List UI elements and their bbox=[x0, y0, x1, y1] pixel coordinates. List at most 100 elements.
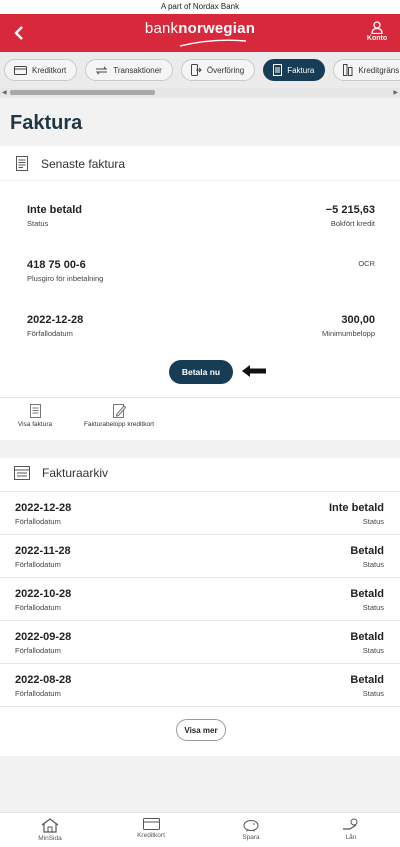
invoice-amount-button[interactable]: Fakturabelopp kreditkort bbox=[74, 404, 164, 428]
tab-label: Faktura bbox=[287, 65, 315, 75]
nav-item-minsida[interactable]: MinSida bbox=[20, 818, 80, 842]
card-icon bbox=[14, 65, 27, 75]
tab-label: Kreditgräns bbox=[358, 65, 400, 75]
plusgiro-label: Plusgiro för inbetalning bbox=[27, 274, 104, 283]
show-more-button[interactable]: Visa mer bbox=[176, 719, 226, 741]
tab-label: Överföring bbox=[206, 65, 245, 75]
parent-bank-banner: A part of Nordax Bank bbox=[0, 0, 400, 14]
status-value: Inte betald bbox=[27, 204, 83, 216]
archive-date: 2022-09-28 bbox=[15, 631, 72, 643]
archive-status-label: Status bbox=[362, 560, 384, 569]
archive-status: Betald bbox=[350, 674, 384, 686]
tab-faktura[interactable]: Faktura bbox=[263, 59, 326, 81]
card-icon bbox=[142, 818, 160, 830]
nav-label: Lån bbox=[345, 834, 357, 841]
latest-invoice-heading: Senaste faktura bbox=[41, 156, 126, 171]
banner-text: A part of Nordax Bank bbox=[160, 2, 240, 11]
archive-date-label: Förfallodatum bbox=[15, 560, 61, 569]
tab-label: Transaktioner bbox=[113, 65, 162, 75]
amount-value: −5 215,63 bbox=[325, 204, 375, 216]
archive-status: Betald bbox=[350, 588, 384, 600]
pay-now-button[interactable]: Betala nu bbox=[169, 360, 233, 384]
archive-date-label: Förfallodatum bbox=[15, 646, 61, 655]
nav-item-spara[interactable]: Spara bbox=[221, 818, 281, 841]
loan-icon bbox=[343, 818, 358, 830]
tab-kreditkort[interactable]: Kreditkort bbox=[4, 59, 78, 81]
scroll-left-icon[interactable]: ◀ bbox=[2, 89, 7, 96]
tab-overforing[interactable]: Överföring bbox=[180, 59, 256, 81]
archive-date-label: Förfallodatum bbox=[15, 517, 61, 526]
archive-row[interactable]: 2022-09-28 Förfallodatum Betald Status bbox=[0, 620, 400, 663]
bank-logo: banknorwegian bbox=[0, 20, 400, 37]
archive-row[interactable]: 2022-10-28 Förfallodatum Betald Status bbox=[0, 577, 400, 620]
archive-date: 2022-08-28 bbox=[15, 674, 72, 686]
amount-label: Bokfört kredit bbox=[330, 219, 375, 228]
divider bbox=[0, 397, 400, 398]
archive-date: 2022-10-28 bbox=[15, 588, 72, 600]
nav-label: MinSida bbox=[38, 835, 62, 842]
invoice-icon bbox=[273, 64, 283, 76]
scroll-right-icon[interactable]: ▶ bbox=[393, 89, 398, 96]
invoice-icon bbox=[16, 156, 28, 171]
nav-item-lan[interactable]: Lån bbox=[321, 818, 381, 841]
archive-row[interactable]: 2022-11-28 Förfallodatum Betald Status bbox=[0, 534, 400, 577]
transfer-icon bbox=[96, 66, 108, 74]
app-header: banknorwegian Konto bbox=[0, 14, 400, 52]
archive-status-label: Status bbox=[362, 646, 384, 655]
tab-label: Kreditkort bbox=[32, 65, 67, 75]
logo-swoosh-icon bbox=[179, 39, 247, 47]
plusgiro-value: 418 75 00-6 bbox=[27, 259, 86, 271]
document-icon bbox=[29, 404, 41, 418]
nav-item-kreditkort[interactable]: Kreditkort bbox=[121, 818, 181, 839]
piggybank-icon bbox=[243, 820, 259, 832]
status-label: Status bbox=[27, 219, 49, 228]
bottom-navigation: MinSida Kreditkort Spara Lån bbox=[0, 812, 400, 847]
archive-status-label: Status bbox=[362, 603, 384, 612]
archive-date-label: Förfallodatum bbox=[15, 603, 61, 612]
archive-row[interactable]: 2022-08-28 Förfallodatum Betald Status bbox=[0, 663, 400, 706]
archive-icon bbox=[14, 466, 30, 480]
minimum-value: 300,00 bbox=[341, 314, 375, 326]
divider bbox=[0, 180, 400, 181]
nav-label: Kreditkort bbox=[137, 832, 165, 839]
status-row: Inte betald Status −5 215,63 Bokfört kre… bbox=[27, 204, 375, 228]
tab-kreditgrans[interactable]: Kreditgräns bbox=[333, 59, 400, 81]
archive-row[interactable]: 2022-12-28 Förfallodatum Inte betald Sta… bbox=[0, 491, 400, 534]
tab-transaktioner[interactable]: Transaktioner bbox=[85, 59, 173, 81]
arrow-left-icon bbox=[242, 365, 266, 377]
archive-status: Betald bbox=[350, 631, 384, 643]
archive-heading: Fakturaarkiv bbox=[42, 466, 109, 480]
latest-invoice-header: Senaste faktura bbox=[16, 156, 125, 171]
edit-document-icon bbox=[112, 404, 126, 418]
nav-label: Spara bbox=[242, 834, 260, 841]
divider bbox=[0, 706, 400, 707]
invoice-amount-label: Fakturabelopp kreditkort bbox=[83, 421, 155, 428]
home-icon bbox=[41, 818, 59, 833]
transfer-phone-icon bbox=[190, 64, 202, 76]
archive-date-label: Förfallodatum bbox=[15, 689, 61, 698]
horizontal-scrollbar[interactable]: ◀ ▶ bbox=[0, 88, 400, 97]
latest-invoice-card: Senaste faktura Inte betald Status −5 21… bbox=[0, 146, 400, 440]
archive-date: 2022-12-28 bbox=[15, 502, 72, 514]
account-label: Konto bbox=[366, 35, 388, 42]
scrollbar-thumb[interactable] bbox=[10, 90, 155, 95]
view-invoice-label: Visa faktura bbox=[17, 421, 53, 428]
due-row: 2022-12-28 Förfallodatum 300,00 Minimumb… bbox=[27, 314, 375, 338]
archive-status: Betald bbox=[350, 545, 384, 557]
archive-status-label: Status bbox=[362, 517, 384, 526]
view-invoice-button[interactable]: Visa faktura bbox=[10, 404, 60, 428]
logo-text-a: bank bbox=[144, 20, 179, 37]
ocr-label: OCR bbox=[358, 259, 375, 268]
logo-text-b: norwegian bbox=[178, 20, 256, 37]
plusgiro-row: 418 75 00-6 Plusgiro för inbetalning OCR bbox=[27, 259, 375, 283]
archive-header: Fakturaarkiv bbox=[14, 466, 108, 480]
archive-date: 2022-11-28 bbox=[15, 545, 71, 557]
archive-status: Inte betald bbox=[328, 502, 384, 514]
account-button[interactable]: Konto bbox=[362, 21, 392, 42]
archive-status-label: Status bbox=[362, 689, 384, 698]
page-title: Faktura bbox=[10, 112, 83, 134]
invoice-archive-card: Fakturaarkiv 2022-12-28 Förfallodatum In… bbox=[0, 458, 400, 756]
limit-icon bbox=[343, 64, 353, 76]
minimum-label: Minimumbelopp bbox=[322, 329, 375, 338]
user-icon bbox=[371, 21, 383, 34]
